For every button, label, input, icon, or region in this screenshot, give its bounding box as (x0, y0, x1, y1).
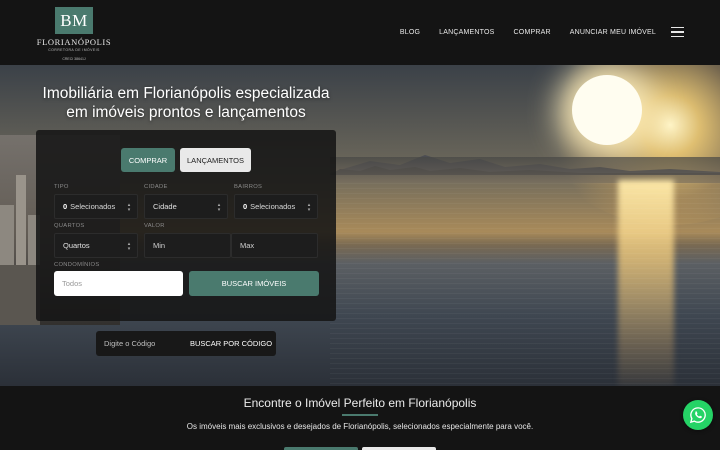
valor-min-input[interactable]: Min (144, 233, 231, 258)
buscar-imoveis-button[interactable]: BUSCAR IMÓVEIS (189, 271, 319, 296)
hero-title: Imobiliária em Florianópolis especializa… (36, 84, 336, 122)
valor-max-input[interactable]: Max (231, 233, 318, 258)
cidade-select[interactable]: Cidade ▴ ▾ (144, 194, 228, 219)
condominios-input[interactable]: Todos (54, 271, 183, 296)
section-divider (342, 414, 378, 416)
quartos-select[interactable]: Quartos ▴ ▾ (54, 233, 138, 258)
valor-max-placeholder: Max (240, 241, 255, 250)
whatsapp-glyph (689, 407, 706, 424)
sun (572, 75, 642, 145)
cidade-value: Cidade (153, 202, 177, 211)
tipo-text: Selecionados (70, 202, 116, 211)
updown-caret-icon: ▴ ▾ (127, 241, 131, 252)
tab-comprar[interactable]: COMPRAR (121, 148, 175, 172)
logo[interactable]: BM FLORIANÓPOLIS CORRETORA DE IMÓVEIS CR… (36, 7, 112, 61)
code-input[interactable]: Digite o Código (96, 331, 186, 356)
nav-link-anunciar[interactable]: ANUNCIAR MEU IMÓVEL (570, 29, 656, 36)
bairros-text: Selecionados (250, 202, 296, 211)
label-condominios: CONDOMÍNIOS (54, 262, 100, 268)
main-nav: BLOG LANÇAMENTOS COMPRAR ANUNCIAR MEU IM… (400, 24, 684, 40)
logo-mark: BM (55, 7, 93, 34)
code-placeholder: Digite o Código (104, 339, 156, 348)
condominios-placeholder: Todos (62, 279, 83, 288)
label-bairros: BAIRROS (234, 184, 263, 190)
updown-caret-icon: ▴ ▾ (127, 202, 131, 213)
valor-min-placeholder: Min (153, 241, 166, 250)
tipo-select[interactable]: 0 Selecionados ▴ ▾ (54, 194, 138, 219)
logo-name: FLORIANÓPOLIS (36, 37, 112, 47)
whatsapp-icon[interactable] (683, 400, 713, 430)
label-cidade: CIDADE (144, 184, 168, 190)
tab-lancamentos[interactable]: LANÇAMENTOS (180, 148, 251, 172)
hamburger-icon[interactable] (671, 27, 684, 37)
label-tipo: TIPO (54, 184, 69, 190)
bairros-select[interactable]: 0 Selecionados ▴ ▾ (234, 194, 318, 219)
hero-title-line2: em imóveis prontos e lançamentos (66, 104, 306, 121)
label-valor: VALOR (144, 223, 165, 229)
nav-link-lancamentos[interactable]: LANÇAMENTOS (439, 29, 494, 36)
hero-title-line1: Imobiliária em Florianópolis especializa… (42, 85, 330, 102)
updown-caret-icon: ▴ ▾ (307, 202, 311, 213)
site-header: BM FLORIANÓPOLIS CORRETORA DE IMÓVEIS CR… (0, 0, 720, 65)
nav-link-blog[interactable]: BLOG (400, 29, 420, 36)
label-quartos: QUARTOS (54, 223, 85, 229)
logo-creci: CRECI 38641J (62, 57, 86, 61)
section-title: Encontre o Imóvel Perfeito em Florianópo… (243, 396, 477, 410)
quartos-value: Quartos (63, 241, 90, 250)
water (330, 183, 720, 386)
bairros-count: 0 (243, 202, 248, 211)
nav-link-comprar[interactable]: COMPRAR (514, 29, 551, 36)
section-subtitle: Os imóveis mais exclusivos e desejados d… (186, 422, 534, 431)
tipo-count: 0 (63, 202, 68, 211)
updown-caret-icon: ▴ ▾ (217, 202, 221, 213)
buscar-por-codigo-button[interactable]: BUSCAR POR CÓDIGO (186, 331, 276, 356)
logo-subtitle: CORRETORA DE IMÓVEIS (48, 48, 100, 52)
